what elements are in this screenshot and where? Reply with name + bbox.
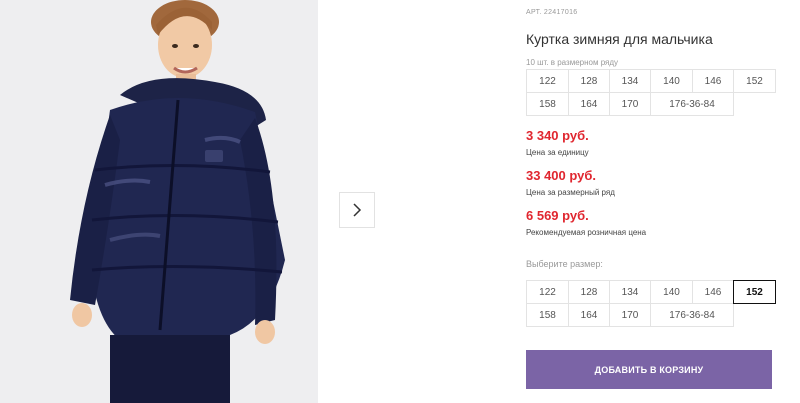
pack-price: 33 400 руб. — [526, 168, 597, 183]
add-to-cart-button[interactable]: ДОБАВИТЬ В КОРЗИНУ — [526, 350, 772, 389]
choose-size-label: Выберите размер: — [526, 259, 603, 269]
retail-price: 6 569 руб. — [526, 208, 589, 223]
size-option[interactable]: 122 — [526, 280, 569, 304]
size-selector: 122 128 134 140 146 152 158 164 170 176-… — [526, 280, 776, 327]
size-option[interactable]: 176-36-84 — [650, 303, 734, 327]
pack-size-cell: 140 — [650, 69, 693, 93]
size-option[interactable]: 140 — [650, 280, 693, 304]
size-option-selected[interactable]: 152 — [733, 280, 776, 304]
pack-size-cell: 134 — [609, 69, 651, 93]
pack-size-cell: 170 — [609, 92, 651, 116]
pack-size-cell: 146 — [692, 69, 734, 93]
product-image — [0, 0, 318, 403]
unit-price: 3 340 руб. — [526, 128, 589, 143]
size-option[interactable]: 128 — [568, 280, 610, 304]
size-option[interactable]: 164 — [568, 303, 610, 327]
pack-size-cell: 176-36-84 — [650, 92, 734, 116]
pack-size-cell: 164 — [568, 92, 610, 116]
size-option[interactable]: 170 — [609, 303, 651, 327]
pack-size-cell: 128 — [568, 69, 610, 93]
article-number: АРТ. 22417016 — [526, 9, 578, 16]
size-option[interactable]: 134 — [609, 280, 651, 304]
retail-price-label: Рекомендуемая розничная цена — [526, 228, 647, 237]
chevron-right-icon — [353, 203, 362, 217]
pack-size-cell: 158 — [526, 92, 569, 116]
size-option[interactable]: 146 — [692, 280, 734, 304]
product-photo — [0, 0, 318, 403]
pack-size-cell: 122 — [526, 69, 569, 93]
gallery-next-button[interactable] — [339, 192, 375, 228]
unit-price-label: Цена за единицу — [526, 148, 589, 157]
pack-size-grid: 122 128 134 140 146 152 158 164 170 176-… — [526, 69, 776, 116]
pack-price-label: Цена за размерный ряд — [526, 188, 615, 197]
product-title: Куртка зимняя для мальчика — [526, 31, 713, 47]
pack-size-cell: 152 — [733, 69, 776, 93]
size-option[interactable]: 158 — [526, 303, 569, 327]
pack-size-label: 10 шт. в размерном ряду — [526, 58, 619, 67]
